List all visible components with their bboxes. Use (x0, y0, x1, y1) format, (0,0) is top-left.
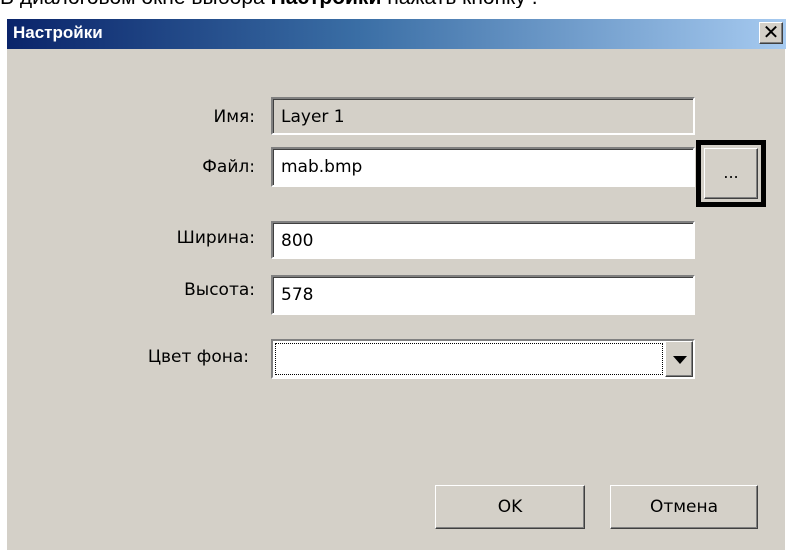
height-label: Высота: (184, 280, 255, 300)
title-bar: Настройки ✕ (7, 19, 786, 49)
browse-button[interactable]: ... (704, 148, 758, 199)
height-input[interactable]: 578 (271, 275, 695, 315)
close-icon: ✕ (762, 20, 780, 44)
file-input[interactable]: mab.bmp (271, 147, 695, 187)
instruction-after: нажать кнопку (381, 0, 531, 8)
name-field: Layer 1 (271, 97, 695, 135)
name-label: Имя: (213, 107, 256, 127)
instruction-text: В диалоговом окне выбора Настройки нажат… (0, 0, 787, 8)
dialog-title: Настройки (13, 23, 103, 42)
bgcolor-select[interactable] (271, 339, 695, 379)
bgcolor-label: Цвет фона: (147, 347, 249, 367)
bgcolor-value (275, 343, 663, 375)
file-label: Файл: (202, 157, 255, 177)
instruction-before: В диалоговом окне выбора (0, 0, 271, 8)
width-label: Ширина: (176, 228, 255, 248)
browse-highlight-frame: ... (696, 140, 766, 207)
close-button[interactable]: ✕ (759, 22, 783, 44)
dropdown-button[interactable] (665, 341, 693, 377)
instruction-bold: Настройки (271, 0, 382, 8)
cancel-button[interactable]: Отмена (610, 485, 758, 529)
chevron-down-icon (673, 356, 687, 364)
ok-button[interactable]: OK (435, 485, 585, 529)
settings-dialog: Настройки ✕ Имя: Layer 1 Файл: mab.bmp .… (6, 18, 786, 550)
instruction-trailing: . (532, 0, 538, 8)
width-input[interactable]: 800 (271, 221, 695, 259)
